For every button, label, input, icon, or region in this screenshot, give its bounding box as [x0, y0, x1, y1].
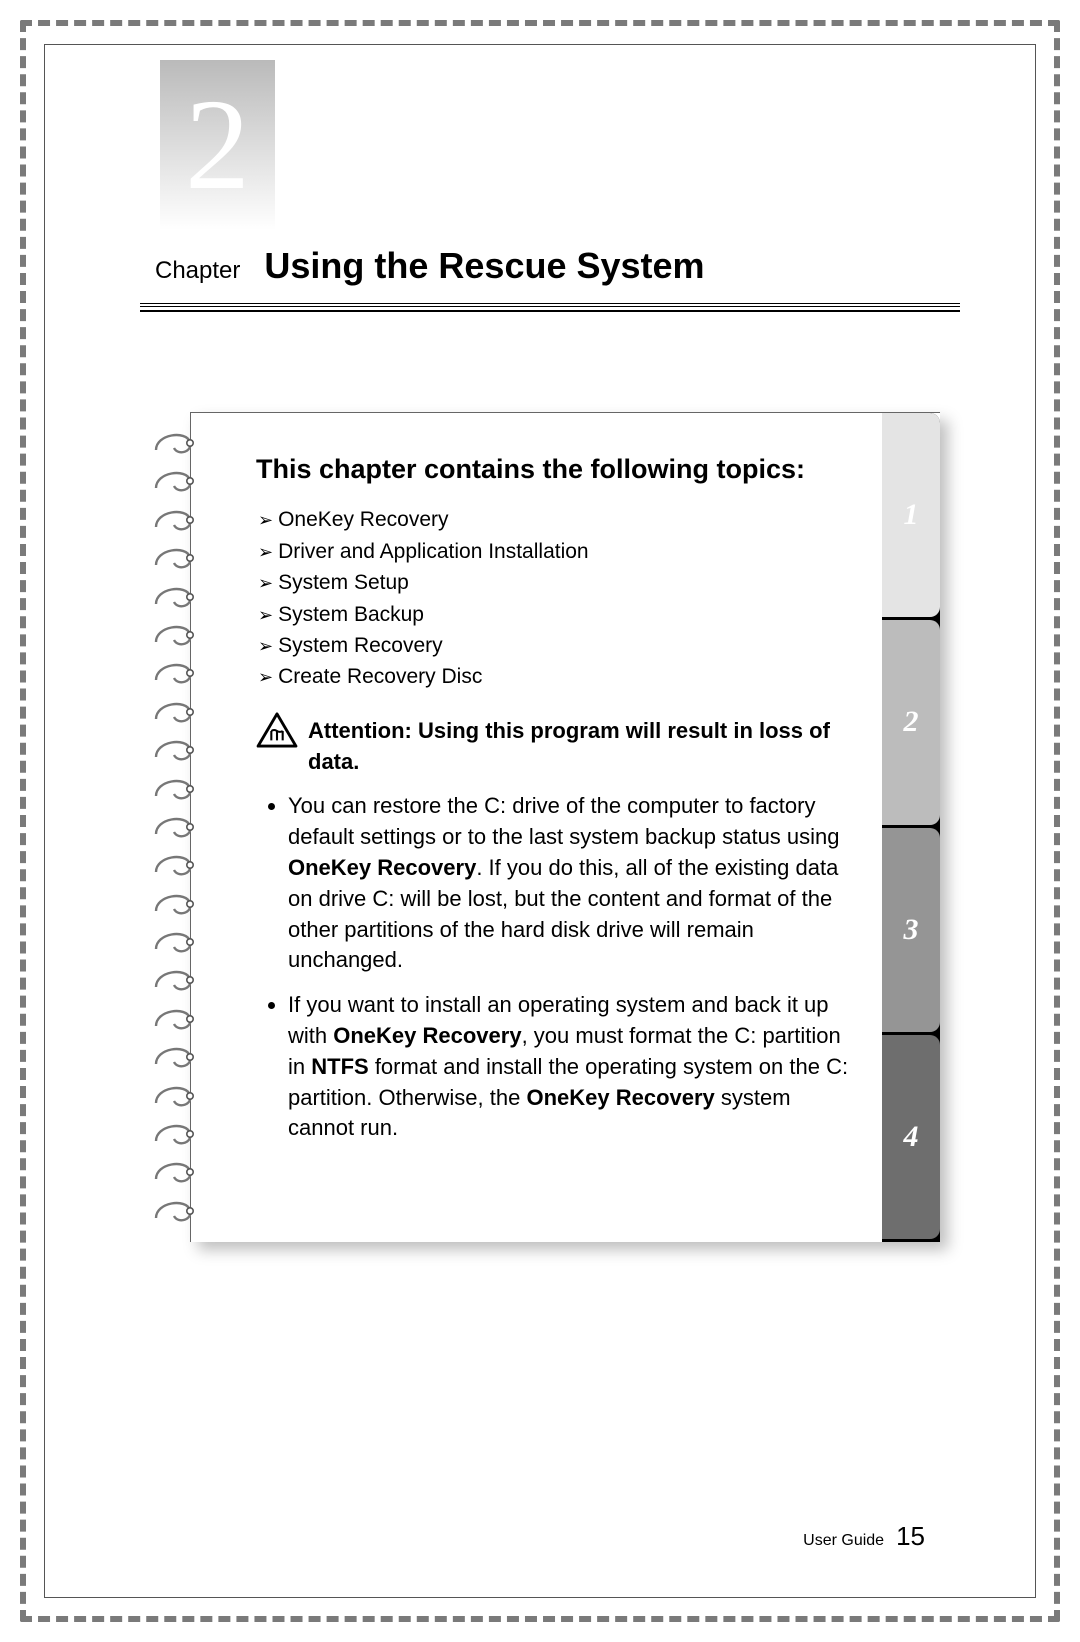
spiral-ring-icon — [150, 660, 205, 686]
footer-page-number: 15 — [896, 1521, 925, 1552]
chapter-title-row: Chapter Using the Rescue System — [140, 245, 960, 307]
notebook-page: 1 2 3 4 This chapter contains the follow… — [190, 412, 940, 1242]
attention-callout: Attention: Using this program will resul… — [256, 712, 850, 778]
tab-4: 4 — [882, 1035, 940, 1239]
page-footer: User Guide 15 — [803, 1521, 925, 1552]
spiral-ring-icon — [150, 699, 205, 725]
chapter-label: Chapter — [155, 257, 240, 285]
spiral-ring-icon — [150, 737, 205, 763]
footer-label: User Guide — [803, 1532, 884, 1550]
spiral-ring-icon — [150, 852, 205, 878]
topics-list: OneKey Recovery Driver and Application I… — [256, 505, 850, 691]
spiral-ring-icon — [150, 891, 205, 917]
spiral-ring-icon — [150, 430, 205, 456]
page-content: 2 Chapter Using the Rescue System 1 2 3 … — [60, 60, 1020, 1582]
spiral-ring-icon — [150, 622, 205, 648]
spiral-ring-icon — [150, 929, 205, 955]
spiral-ring-icon — [150, 584, 205, 610]
tab-3: 3 — [882, 828, 940, 1032]
warning-hot-icon — [256, 712, 298, 748]
spiral-ring-icon — [150, 967, 205, 993]
spiral-ring-icon — [150, 776, 205, 802]
topic-item: System Backup — [256, 600, 850, 629]
body-bullets: You can restore the C: drive of the comp… — [256, 791, 850, 1144]
topic-item: System Setup — [256, 568, 850, 597]
tab-1: 1 — [882, 413, 940, 617]
notebook: 1 2 3 4 This chapter contains the follow… — [155, 412, 940, 1242]
spiral-ring-icon — [150, 1198, 205, 1224]
chapter-title: Using the Rescue System — [264, 245, 704, 287]
spiral-ring-icon — [150, 507, 205, 533]
chapter-header: 2 Chapter Using the Rescue System — [60, 60, 1020, 312]
topic-item: OneKey Recovery — [256, 505, 850, 534]
chapter-underline — [140, 310, 960, 312]
spiral-ring-icon — [150, 1083, 205, 1109]
topic-item: Create Recovery Disc — [256, 662, 850, 691]
spiral-ring-icon — [150, 545, 205, 571]
spiral-ring-icon — [150, 1159, 205, 1185]
body-bullet: If you want to install an operating syst… — [288, 990, 850, 1144]
spiral-ring-icon — [150, 468, 205, 494]
topics-heading: This chapter contains the following topi… — [256, 451, 850, 487]
spiral-ring-icon — [150, 1044, 205, 1070]
topic-item: System Recovery — [256, 631, 850, 660]
tab-2: 2 — [882, 620, 940, 824]
topic-item: Driver and Application Installation — [256, 537, 850, 566]
attention-text: Attention: Using this program will resul… — [308, 712, 850, 778]
body-bullet: You can restore the C: drive of the comp… — [288, 791, 850, 976]
spiral-ring-icon — [150, 1006, 205, 1032]
spiral-rings — [150, 430, 205, 1224]
index-tabs: 1 2 3 4 — [882, 413, 940, 1242]
chapter-number: 2 — [185, 70, 250, 220]
chapter-number-badge: 2 — [160, 60, 275, 230]
spiral-ring-icon — [150, 814, 205, 840]
spiral-ring-icon — [150, 1121, 205, 1147]
topics-content: This chapter contains the following topi… — [256, 451, 850, 1158]
